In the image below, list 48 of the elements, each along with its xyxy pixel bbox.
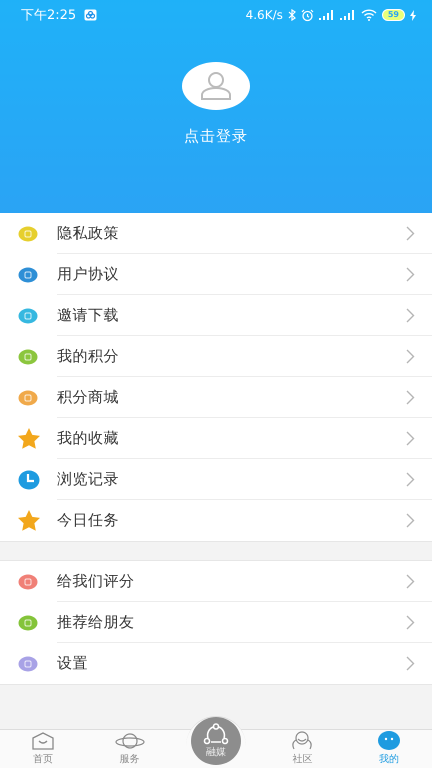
menu-label: 邀请下载 (57, 306, 119, 324)
menu-label: 设置 (57, 654, 88, 673)
chevron-right-icon (406, 308, 415, 322)
menu-item[interactable]: 积分商城 (0, 377, 432, 418)
chevron-right-icon (406, 574, 415, 588)
menu-item[interactable]: 今日任务 (0, 500, 432, 541)
people-icon (291, 731, 314, 750)
chevron-right-icon (406, 472, 415, 486)
menu-label: 我的积分 (57, 346, 119, 366)
battery-level: 59 (382, 9, 405, 21)
charging-icon (410, 10, 416, 20)
status-time: 下午2:25 (21, 7, 76, 24)
planet-icon (114, 732, 145, 750)
house-icon (32, 732, 54, 750)
menu-label: 积分商城 (57, 388, 119, 406)
chevron-right-icon (406, 266, 415, 282)
chevron-right-icon (406, 390, 415, 404)
menu-label: 给我们评分 (57, 572, 134, 590)
bluetooth-icon (288, 9, 296, 21)
chevron-right-icon (406, 656, 415, 671)
menu-item[interactable]: 用户协议 (0, 254, 432, 295)
menu-item[interactable]: 邀请下载 (0, 295, 432, 336)
chevron-right-icon (406, 348, 415, 364)
menu-item[interactable]: 我的积分 (0, 336, 432, 377)
menu-item[interactable]: 隐私政策 (0, 213, 432, 254)
signal-icon (318, 10, 335, 20)
menu-label: 推荐给朋友 (57, 612, 134, 632)
share-nodes-icon (203, 723, 229, 745)
menu-label: 今日任务 (57, 511, 119, 530)
menu-item[interactable]: 推荐给朋友 (0, 602, 432, 643)
wifi-icon (360, 9, 377, 21)
menu-label: 隐私政策 (57, 224, 119, 242)
menu-item[interactable]: 我的收藏 (0, 418, 432, 459)
menu-label: 我的收藏 (57, 428, 119, 448)
alarm-icon (300, 8, 314, 22)
menu-label: 浏览记录 (57, 470, 119, 488)
menu-item[interactable]: 设置 (0, 643, 432, 684)
network-speed: 4.6K/s (246, 8, 283, 22)
chevron-right-icon (406, 513, 415, 528)
cloud-icon (84, 9, 98, 21)
chevron-right-icon (406, 614, 415, 630)
person-icon (199, 71, 233, 101)
signal-icon (340, 10, 356, 20)
chevron-right-icon (406, 226, 415, 240)
menu-item[interactable]: 浏览记录 (0, 459, 432, 500)
menu-item[interactable]: 给我们评分 (0, 561, 432, 602)
chevron-right-icon (406, 430, 415, 446)
menu-label: 用户协议 (57, 264, 119, 284)
